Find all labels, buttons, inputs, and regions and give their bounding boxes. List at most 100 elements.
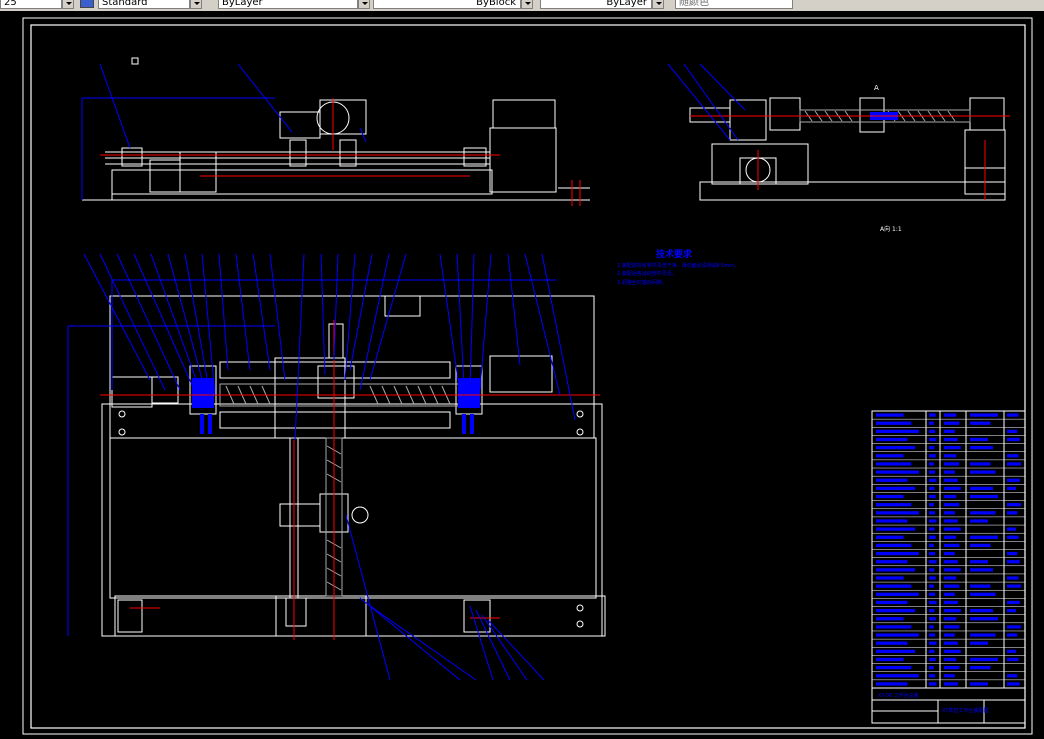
parts-list-entry (929, 576, 936, 580)
parts-list-entry (944, 454, 957, 458)
parts-list-entry (944, 657, 957, 662)
parts-list-entry (876, 592, 919, 596)
parts-list-entry (970, 543, 991, 548)
parts-list-entry (876, 421, 912, 425)
scale-combo[interactable]: 25 (0, 0, 62, 9)
parts-list-entry (929, 511, 936, 515)
parts-list-entry (944, 421, 960, 425)
parts-list-entry (876, 560, 908, 564)
parts-list-entry (1007, 608, 1016, 613)
parts-list-entry (929, 592, 936, 596)
parts-list-entry (970, 486, 993, 491)
linetype-dropdown-arrow[interactable] (521, 0, 533, 9)
parts-list-entry (876, 486, 916, 491)
parts-list-entry (944, 641, 958, 645)
parts-list-entry (929, 617, 936, 621)
parts-list-entry (944, 511, 955, 515)
parts-list-entry (944, 649, 961, 653)
parts-list-entry (929, 478, 937, 482)
tech-requirements-title: 技术要求 (656, 248, 693, 260)
lineweight-combo[interactable]: ByLayer (540, 0, 652, 9)
parts-list-entry (876, 543, 912, 548)
parts-list-entry (876, 494, 904, 499)
parts-list-entry (1007, 437, 1020, 442)
parts-list-entry (970, 560, 988, 564)
parts-list-entry (970, 633, 996, 637)
parts-list-entry (929, 486, 935, 491)
layer-dropdown-arrow[interactable] (358, 0, 370, 9)
parts-list-entry (970, 519, 988, 523)
parts-list-entry (876, 478, 908, 482)
parts-list-entry (929, 527, 935, 531)
parts-list-entry (929, 584, 934, 588)
parts-list-entry (1007, 600, 1020, 605)
parts-list-entry (944, 494, 957, 499)
parts-list-entry (944, 503, 960, 507)
parts-list-entry (929, 608, 935, 613)
layer-combo[interactable]: ByLayer (218, 0, 358, 9)
parts-list-entry (944, 625, 960, 629)
parts-list-entry (970, 413, 998, 417)
parts-list-entry (944, 413, 957, 417)
parts-list-entry (970, 666, 991, 670)
parts-list-entry (929, 429, 936, 433)
parts-list-entry (944, 592, 955, 596)
parts-list-entry (1007, 503, 1021, 507)
parts-list-entry (1007, 478, 1020, 482)
parts-list-entry (929, 568, 935, 572)
parts-list-entry (929, 462, 934, 466)
lineweight-dropdown-arrow[interactable] (652, 0, 664, 9)
text-style-dropdown-arrow[interactable] (190, 0, 202, 9)
parts-list-entry (1007, 429, 1018, 433)
parts-list-entry (876, 576, 904, 580)
linetype-combo[interactable]: ByBlock (373, 0, 521, 9)
parts-list-entry (970, 641, 988, 645)
parts-list-entry (970, 657, 998, 662)
text-style-combo[interactable]: Standard (98, 0, 190, 9)
parts-list-entry (970, 421, 991, 425)
parts-list-entry (929, 633, 936, 637)
tech-requirement-1: 1.装配前所有零件清洗干净，滑动面涂润滑油Ⅱ-5mm。 (617, 262, 739, 269)
parts-list-entry (970, 462, 991, 466)
parts-list-entry (944, 478, 958, 482)
parts-list-entry (944, 535, 957, 539)
parts-list-entry (970, 511, 996, 515)
title-block-drawing-name: XY数控工作台装配图 (942, 707, 988, 714)
parts-list-entry (1007, 486, 1016, 491)
parts-list-entry (944, 576, 957, 580)
parts-list-entry (876, 470, 919, 474)
parts-list-entry (876, 462, 912, 466)
parts-list-entry (1007, 584, 1021, 588)
parts-list-entry (944, 617, 957, 621)
parts-list-entry (876, 446, 916, 450)
parts-list-entry (876, 437, 908, 442)
parts-list-entry (970, 437, 988, 442)
color-combo[interactable]: 随颜色 (675, 0, 793, 9)
parts-list-entry (1007, 625, 1021, 629)
parts-list-entry (1007, 535, 1019, 539)
parts-list-entry (1007, 657, 1019, 662)
parts-list-entry (944, 527, 961, 531)
parts-list-entry (970, 617, 998, 621)
parts-list-entry (970, 470, 996, 474)
tech-requirement-3: 3.调整丝杠轴向间隙。 (617, 279, 667, 286)
drawing-canvas[interactable]: A A向 1:1 技术要求 1.装配前所有零件清洗干净，滑动面涂润滑油Ⅱ-5mm… (0, 11, 1044, 739)
parts-list-entry (944, 584, 960, 588)
parts-list-entry (876, 633, 919, 637)
parts-list-entry (944, 543, 960, 548)
title-block-drawing-number: XY-00 工作台总装 (878, 692, 919, 699)
parts-list-entry (876, 413, 904, 417)
parts-list-entry (929, 421, 934, 425)
parts-list-entry (1007, 413, 1019, 417)
text-style-icon (80, 0, 94, 8)
parts-list-entry (1007, 454, 1019, 458)
parts-list-entry (876, 511, 919, 515)
parts-list-entry (876, 551, 919, 556)
parts-list-entry (929, 649, 935, 653)
parts-list-entry (944, 551, 955, 556)
parts-list-entry (970, 446, 993, 450)
parts-list-entry (970, 494, 998, 499)
properties-toolbar: 25 Standard ByLayer ByBlock ByLayer 随颜色 (0, 0, 1044, 11)
scale-dropdown-arrow[interactable] (62, 0, 74, 9)
view-direction-label: A (874, 84, 879, 92)
